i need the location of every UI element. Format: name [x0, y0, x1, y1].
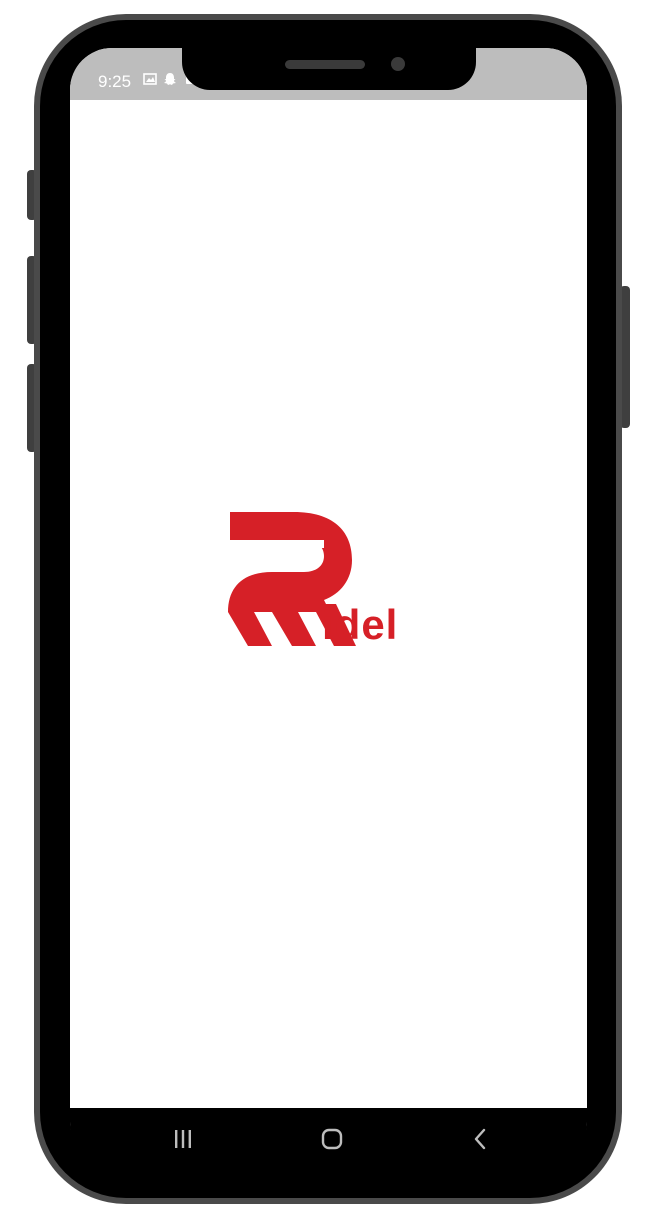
recent-apps-button[interactable]: [168, 1124, 198, 1154]
earpiece-speaker: [285, 60, 365, 69]
back-button[interactable]: [466, 1124, 496, 1154]
home-icon: [321, 1128, 343, 1150]
front-camera: [391, 57, 405, 71]
ridel-logo-wordmark: idel: [322, 601, 399, 648]
device-mockup: 9:25 idel: [0, 0, 653, 1232]
back-icon: [474, 1128, 486, 1150]
home-button[interactable]: [317, 1124, 347, 1154]
recent-apps-icon: [175, 1130, 191, 1148]
image-icon: [143, 73, 157, 85]
snapchat-icon: [164, 73, 176, 85]
status-time: 9:25: [98, 72, 132, 91]
